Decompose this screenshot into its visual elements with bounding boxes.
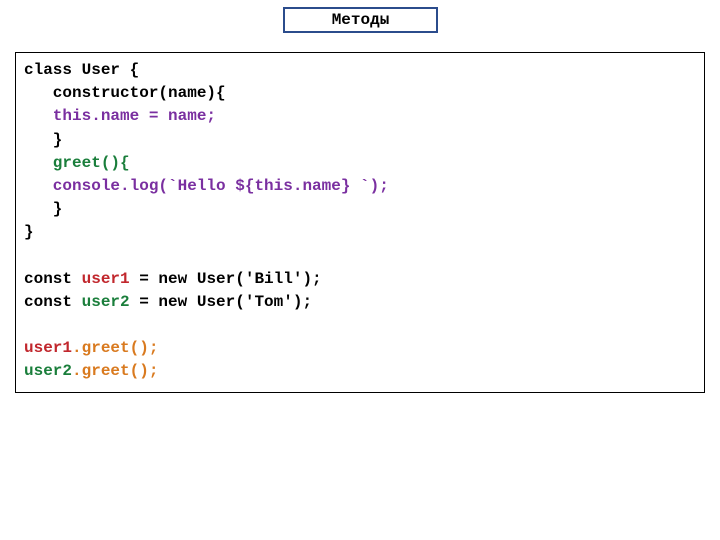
code-line <box>24 314 696 337</box>
code-line: } <box>24 198 696 221</box>
code-token: const <box>24 270 82 288</box>
code-line <box>24 245 696 268</box>
code-token: console.log(`Hello ${this.name} `); <box>24 177 389 195</box>
code-token: user1 <box>24 339 72 357</box>
code-token <box>24 316 34 334</box>
code-token: class User { <box>24 61 139 79</box>
code-token: greet(){ <box>24 154 130 172</box>
code-token: user1 <box>82 270 130 288</box>
code-token: = new User('Tom'); <box>130 293 312 311</box>
code-token: } <box>24 200 62 218</box>
code-line: greet(){ <box>24 152 696 175</box>
code-block: class User { constructor(name){ this.nam… <box>15 52 705 393</box>
code-line: class User { <box>24 59 696 82</box>
code-line: } <box>24 221 696 244</box>
code-token: } <box>24 131 62 149</box>
code-line: console.log(`Hello ${this.name} `); <box>24 175 696 198</box>
code-token: const <box>24 293 82 311</box>
code-token: user2 <box>24 362 72 380</box>
code-line: const user2 = new User('Tom'); <box>24 291 696 314</box>
code-token: .greet(); <box>72 362 158 380</box>
code-token <box>24 247 34 265</box>
code-token: constructor(name){ <box>24 84 226 102</box>
code-token: user2 <box>82 293 130 311</box>
slide-title: Методы <box>283 7 438 33</box>
code-token: .greet(); <box>72 339 158 357</box>
code-line: user1.greet(); <box>24 337 696 360</box>
code-token: = new User('Bill'); <box>130 270 322 288</box>
code-line: constructor(name){ <box>24 82 696 105</box>
code-token: } <box>24 223 34 241</box>
code-line: } <box>24 129 696 152</box>
code-token: this.name = name; <box>24 107 216 125</box>
code-line: this.name = name; <box>24 105 696 128</box>
code-line: const user1 = new User('Bill'); <box>24 268 696 291</box>
code-line: user2.greet(); <box>24 360 696 383</box>
